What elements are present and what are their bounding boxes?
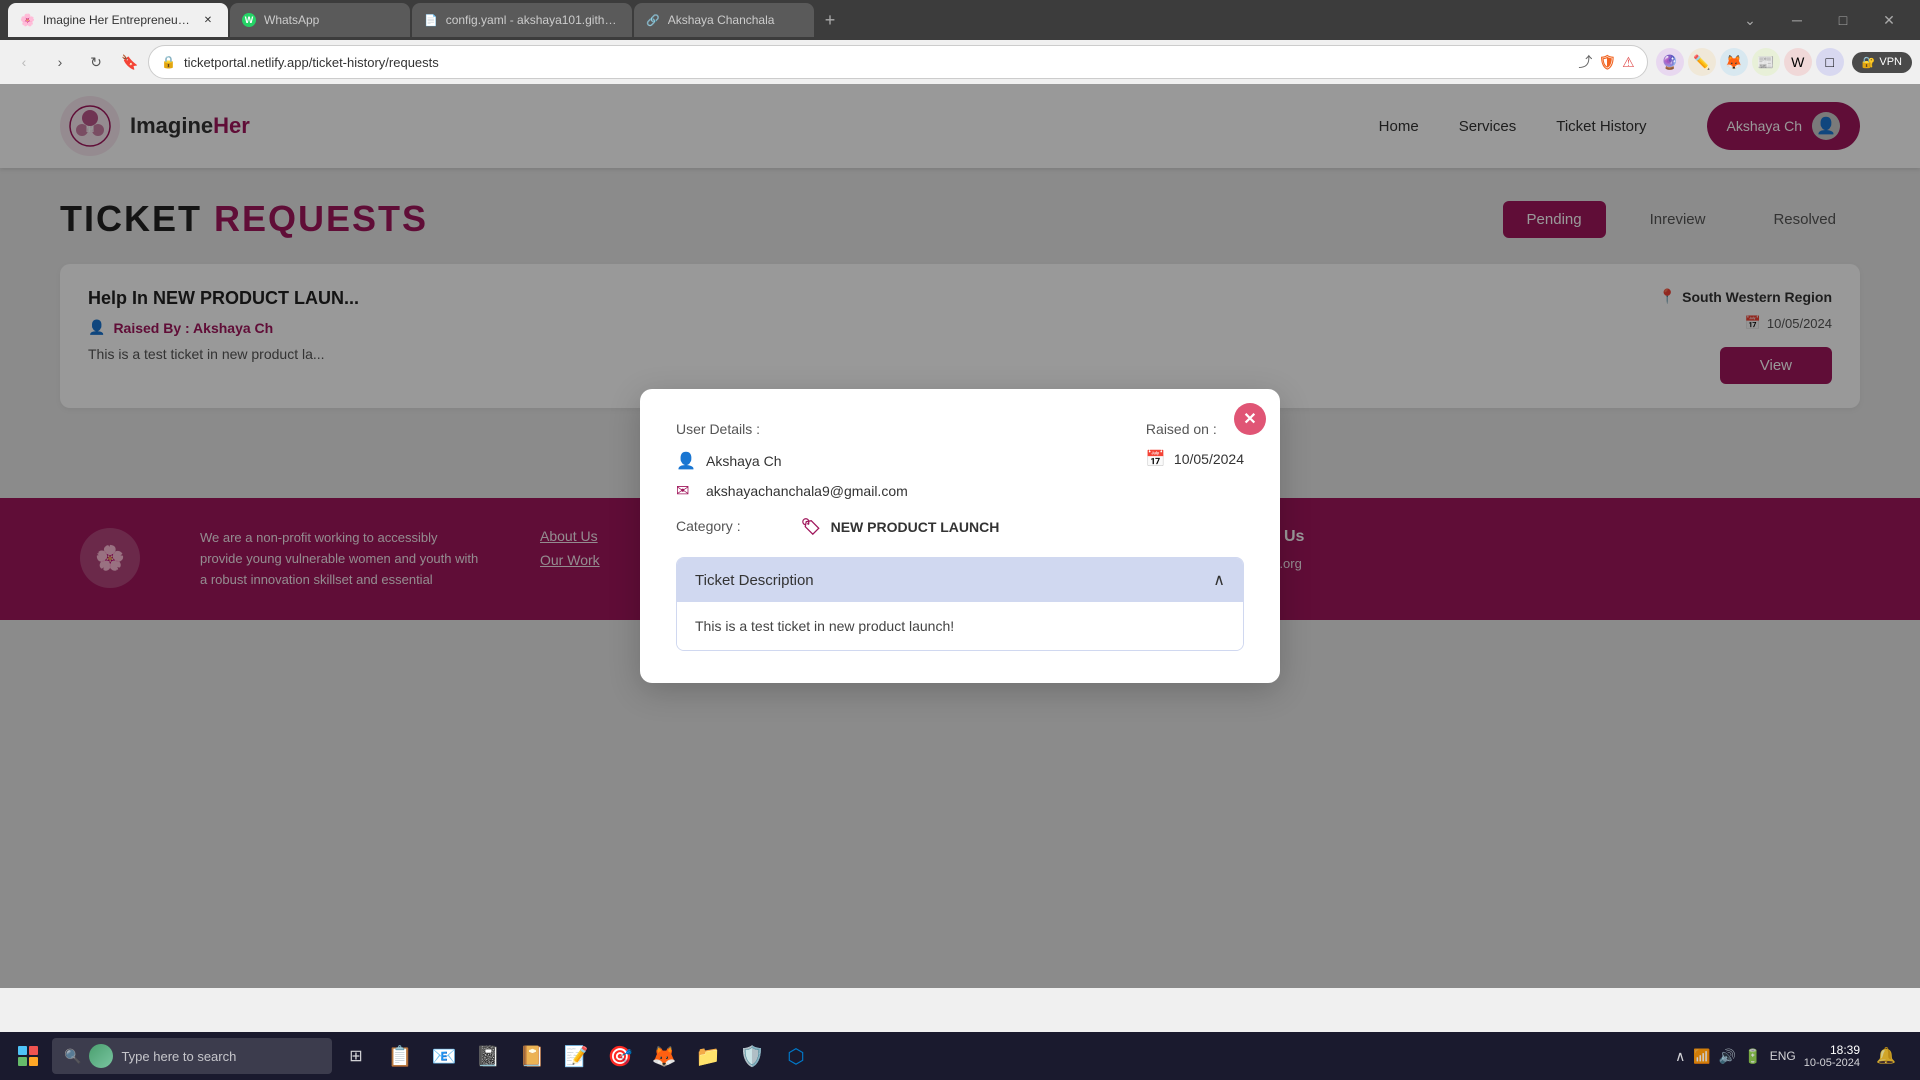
tab-close-1[interactable]: ✕: [200, 12, 216, 28]
tray-network-icon[interactable]: 📶: [1693, 1048, 1710, 1065]
modal-close-button[interactable]: ✕: [1234, 403, 1266, 435]
category-left: Category :: [676, 518, 741, 536]
brave-shield-icon[interactable]: 🛡: [1598, 54, 1616, 71]
taskbar-search[interactable]: 🔍 Type here to search: [52, 1038, 332, 1074]
page-content: IH ImagineHer Home Services Ticket Histo…: [0, 84, 1920, 988]
tray-volume-icon[interactable]: 🔊: [1719, 1048, 1736, 1065]
tray-battery-icon[interactable]: 🔋: [1744, 1048, 1761, 1065]
reload-button[interactable]: ↻: [80, 46, 112, 78]
new-tab-button[interactable]: +: [816, 6, 844, 34]
chevron-up-icon: ∧: [1213, 570, 1225, 590]
maximize-button[interactable]: □: [1820, 0, 1866, 40]
modal-raised-date: 📅 10/05/2024: [1146, 449, 1244, 469]
modal-category-row-wrapper: Category : 🏷 NEW PRODUCT LAUNCH: [676, 517, 1244, 537]
modal-user-name: Akshaya Ch: [706, 453, 781, 469]
tab-controls: ⌄: [1736, 6, 1764, 34]
taskbar-app-5[interactable]: 📝: [556, 1036, 596, 1076]
taskbar-app-2[interactable]: 📧: [424, 1036, 464, 1076]
calendar-modal-icon: 📅: [1146, 449, 1166, 469]
taskbar-app-shield[interactable]: 🛡️: [732, 1036, 772, 1076]
modal-name-row: 👤 Akshaya Ch: [676, 451, 1106, 471]
address-bar[interactable]: 🔒 ticketportal.netlify.app/ticket-histor…: [148, 45, 1648, 79]
user-details-label: User Details :: [676, 421, 1106, 437]
ticket-description-body: This is a test ticket in new product lau…: [677, 602, 1243, 650]
ticket-description-text: This is a test ticket in new product lau…: [695, 618, 954, 634]
raised-on-label: Raised on :: [1146, 421, 1244, 437]
notification-button[interactable]: 🔔: [1868, 1038, 1904, 1074]
lock-icon: 🔒: [161, 55, 176, 69]
email-icon: ✉: [676, 481, 696, 501]
tab-akshaya[interactable]: 🔗 Akshaya Chanchala: [634, 3, 814, 37]
ext-icon-2[interactable]: ✏️: [1688, 48, 1716, 76]
ticket-description-header[interactable]: Ticket Description ∧: [677, 558, 1243, 602]
ext-icon-3[interactable]: 🦊: [1720, 48, 1748, 76]
modal-dialog: ✕ User Details : 👤 Akshaya Ch ✉ akshayac…: [640, 389, 1280, 683]
taskbar-app-6[interactable]: 🎯: [600, 1036, 640, 1076]
modal-top-row: User Details : 👤 Akshaya Ch ✉ akshayacha…: [676, 421, 1244, 501]
vpn-icon: 🔐: [1862, 56, 1876, 69]
taskbar-app-3[interactable]: 📓: [468, 1036, 508, 1076]
clock-time: 18:39: [1804, 1043, 1860, 1057]
category-label: Category :: [676, 518, 741, 534]
back-button[interactable]: ‹: [8, 46, 40, 78]
start-button[interactable]: [8, 1036, 48, 1076]
modal-category-section: Category : 🏷 NEW PRODUCT LAUNCH: [676, 517, 1244, 537]
tray-chevron[interactable]: ∧: [1675, 1048, 1685, 1065]
nav-bar: ‹ › ↻ 🔖 🔒 ticketportal.netlify.app/ticke…: [0, 40, 1920, 84]
category-icon: 🏷: [801, 517, 821, 537]
tab-imagine-her[interactable]: 🌸 Imagine Her Entrepreneur Supp ✕: [8, 3, 228, 37]
windows-icon: [18, 1046, 38, 1066]
window-controls: ─ □ ✕: [1774, 0, 1912, 40]
modal-overlay: ✕ User Details : 👤 Akshaya Ch ✉ akshayac…: [0, 84, 1920, 988]
whatsapp-favicon: W: [242, 13, 256, 27]
close-window-button[interactable]: ✕: [1866, 0, 1912, 40]
modal-user-email: akshayachanchala9@gmail.com: [706, 483, 908, 499]
search-icon: 🔍: [64, 1048, 81, 1065]
cortana-icon: [89, 1044, 113, 1068]
modal-category-row: 🏷 NEW PRODUCT LAUNCH: [801, 517, 1000, 537]
modal-user-section: User Details : 👤 Akshaya Ch ✉ akshayacha…: [676, 421, 1106, 501]
taskbar-app-file-explorer[interactable]: 📋: [380, 1036, 420, 1076]
ext-icon-5[interactable]: W: [1784, 48, 1812, 76]
clock-date: 10-05-2024: [1804, 1057, 1860, 1069]
ticket-description-label: Ticket Description: [695, 572, 814, 589]
ext-icon-4[interactable]: 📰: [1752, 48, 1780, 76]
taskbar-app-folder[interactable]: 📁: [688, 1036, 728, 1076]
vpn-label: VPN: [1879, 56, 1902, 68]
taskbar-clock[interactable]: 18:39 10-05-2024: [1804, 1043, 1860, 1069]
tab-config[interactable]: 📄 config.yaml - akshaya101.github.io...: [412, 3, 632, 37]
browser-chrome: 🌸 Imagine Her Entrepreneur Supp ✕ W What…: [0, 0, 1920, 84]
ticket-description-section: Ticket Description ∧ This is a test tick…: [676, 557, 1244, 651]
tray-lang[interactable]: ENG: [1770, 1049, 1796, 1063]
modal-user-info: 👤 Akshaya Ch ✉ akshayachanchala9@gmail.c…: [676, 451, 1106, 501]
ext-icon-1[interactable]: 🔮: [1656, 48, 1684, 76]
system-tray: ∧ 📶 🔊 🔋 ENG 18:39 10-05-2024 🔔: [1667, 1038, 1912, 1074]
tab-list-button[interactable]: ⌄: [1736, 6, 1764, 34]
taskbar-app-firefox[interactable]: 🦊: [644, 1036, 684, 1076]
bookmark-button[interactable]: 🔖: [116, 48, 144, 76]
extensions-area: 🔮 ✏️ 🦊 📰 W □: [1652, 48, 1848, 76]
search-placeholder-text: Type here to search: [121, 1049, 320, 1064]
warning-icon[interactable]: ⚠: [1622, 54, 1635, 71]
taskbar: 🔍 Type here to search ⊞ 📋 📧 📓 📔 📝 🎯 🦊 📁 …: [0, 1032, 1920, 1080]
modal-raised-date-value: 10/05/2024: [1174, 451, 1244, 467]
vpn-button[interactable]: 🔐 VPN: [1852, 52, 1912, 73]
forward-button[interactable]: ›: [44, 46, 76, 78]
taskbar-app-vscode[interactable]: ⬡: [776, 1036, 816, 1076]
taskbar-app-4[interactable]: 📔: [512, 1036, 552, 1076]
address-actions: ⤴ 🛡 ⚠: [1578, 52, 1634, 72]
task-view-button[interactable]: ⊞: [336, 1036, 376, 1076]
share-icon[interactable]: ⤴: [1578, 52, 1592, 72]
modal-category-value: NEW PRODUCT LAUNCH: [831, 519, 1000, 535]
minimize-button[interactable]: ─: [1774, 0, 1820, 40]
modal-raised-section: Raised on : 📅 10/05/2024: [1146, 421, 1244, 501]
modal-email-row: ✉ akshayachanchala9@gmail.com: [676, 481, 1106, 501]
user-icon: 👤: [676, 451, 696, 471]
tab-bar: 🌸 Imagine Her Entrepreneur Supp ✕ W What…: [0, 0, 1920, 40]
ext-icon-6[interactable]: □: [1816, 48, 1844, 76]
tab-whatsapp[interactable]: W WhatsApp: [230, 3, 410, 37]
